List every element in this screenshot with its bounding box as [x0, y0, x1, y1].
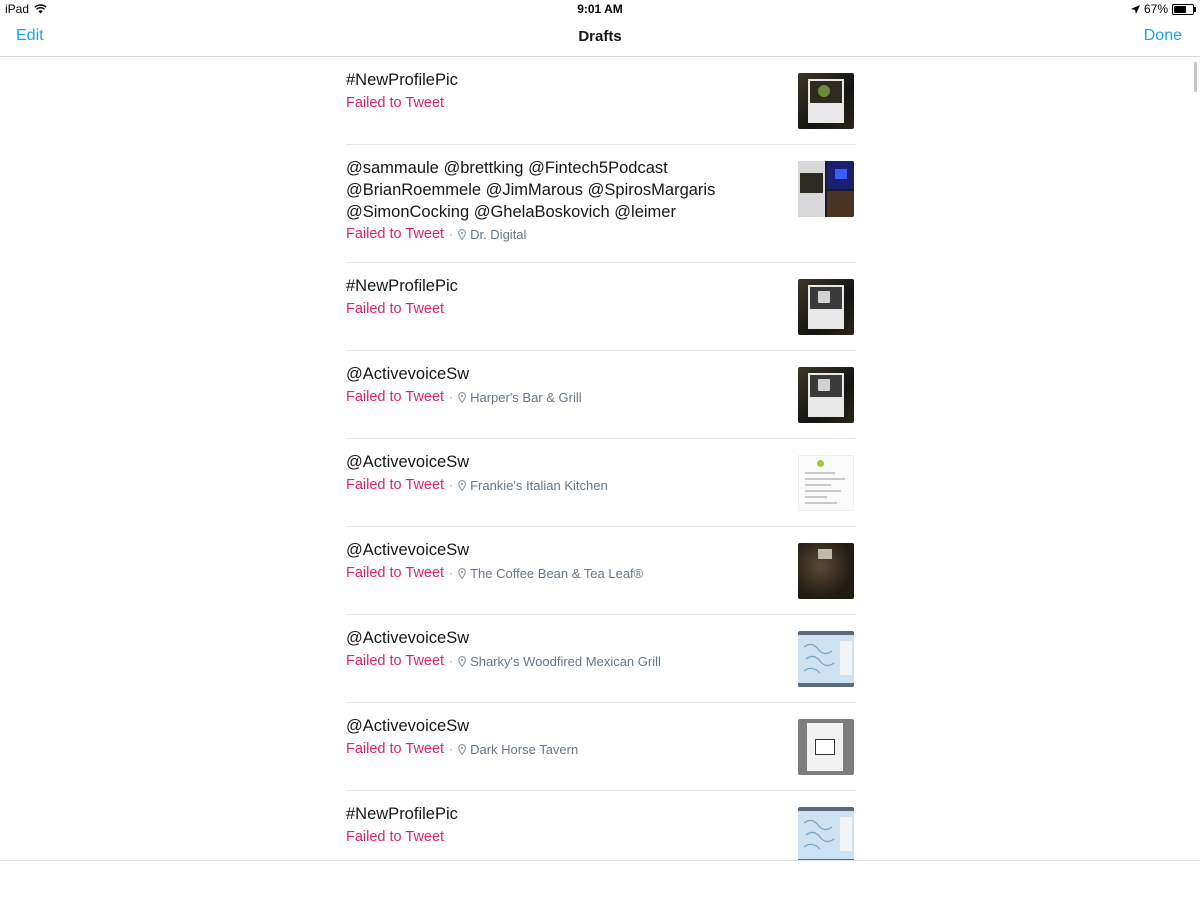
- status-time: 9:01 AM: [577, 2, 623, 16]
- battery-icon: [1172, 4, 1196, 15]
- separator-dot: ·: [449, 478, 454, 492]
- failed-status: Failed to Tweet: [346, 829, 445, 845]
- draft-item[interactable]: @ActivevoiceSw Failed to Tweet · Harper'…: [346, 351, 856, 439]
- draft-thumbnail: [798, 367, 854, 423]
- failed-status: Failed to Tweet: [346, 95, 445, 111]
- drafts-list[interactable]: #NewProfilePic Failed to Tweet @sammaule…: [0, 57, 1200, 860]
- draft-thumbnail: [798, 719, 854, 775]
- draft-thumbnail: [798, 807, 854, 860]
- location-pin-icon: [458, 567, 466, 579]
- draft-text: @ActivevoiceSw: [346, 365, 470, 383]
- draft-thumbnail: [798, 455, 854, 511]
- location-pin-icon: [458, 743, 466, 755]
- location-label: Frankie's Italian Kitchen: [470, 477, 608, 493]
- draft-text: @ActivevoiceSw: [346, 629, 470, 647]
- draft-text: @ActivevoiceSw: [346, 541, 470, 559]
- failed-status: Failed to Tweet: [346, 226, 445, 242]
- failed-status: Failed to Tweet: [346, 741, 445, 757]
- separator-dot: ·: [449, 742, 454, 756]
- draft-item[interactable]: @ActivevoiceSw Failed to Tweet · The Cof…: [346, 527, 856, 615]
- draft-item[interactable]: @ActivevoiceSw Failed to Tweet · Frankie…: [346, 439, 856, 527]
- draft-text: #NewProfilePic: [346, 805, 458, 823]
- location-arrow-icon: [1130, 4, 1140, 14]
- location-pin-icon: [458, 228, 466, 240]
- done-button[interactable]: Done: [1144, 27, 1182, 45]
- failed-status: Failed to Tweet: [346, 301, 445, 317]
- failed-status: Failed to Tweet: [346, 389, 445, 405]
- failed-status: Failed to Tweet: [346, 477, 445, 493]
- draft-thumbnail: [798, 279, 854, 335]
- draft-thumbnail: [798, 73, 854, 129]
- draft-thumbnail: [798, 161, 854, 217]
- page-title: Drafts: [578, 28, 622, 45]
- battery-percent: 67%: [1143, 2, 1168, 16]
- location-label: The Coffee Bean & Tea Leaf®: [470, 565, 644, 581]
- draft-item[interactable]: @sammaule @brettking @Fintech5Podcast @B…: [346, 145, 856, 263]
- draft-item[interactable]: @ActivevoiceSw Failed to Tweet · Dark Ho…: [346, 703, 856, 791]
- status-bar: iPad 9:01 AM 67%: [0, 0, 1200, 18]
- draft-text: #NewProfilePic: [346, 277, 458, 295]
- draft-text: @ActivevoiceSw: [346, 717, 470, 735]
- location-label: Dark Horse Tavern: [470, 741, 579, 757]
- navigation-bar: Edit Drafts Done: [0, 18, 1200, 57]
- draft-item[interactable]: #NewProfilePic Failed to Tweet: [346, 57, 856, 145]
- separator-dot: ·: [449, 390, 454, 404]
- location-label: Dr. Digital: [470, 226, 527, 242]
- draft-thumbnail: [798, 631, 854, 687]
- bottom-toolbar: [0, 860, 1200, 900]
- separator-dot: ·: [449, 566, 454, 580]
- draft-thumbnail: [798, 543, 854, 599]
- separator-dot: ·: [449, 654, 454, 668]
- location-label: Sharky's Woodfired Mexican Grill: [470, 653, 661, 669]
- draft-item[interactable]: #NewProfilePic Failed to Tweet: [346, 791, 854, 860]
- location-pin-icon: [458, 655, 466, 667]
- failed-status: Failed to Tweet: [346, 565, 445, 581]
- draft-item[interactable]: @ActivevoiceSw Failed to Tweet · Sharky'…: [346, 615, 856, 703]
- draft-text: @sammaule @brettking @Fintech5Podcast @B…: [346, 159, 716, 221]
- location-pin-icon: [458, 479, 466, 491]
- location-pin-icon: [458, 391, 466, 403]
- location-label: Harper's Bar & Grill: [470, 389, 582, 405]
- draft-item[interactable]: #NewProfilePic Failed to Tweet: [346, 263, 856, 351]
- draft-text: @ActivevoiceSw: [346, 453, 470, 471]
- draft-text: #NewProfilePic: [346, 71, 458, 89]
- separator-dot: ·: [449, 227, 454, 241]
- failed-status: Failed to Tweet: [346, 653, 445, 669]
